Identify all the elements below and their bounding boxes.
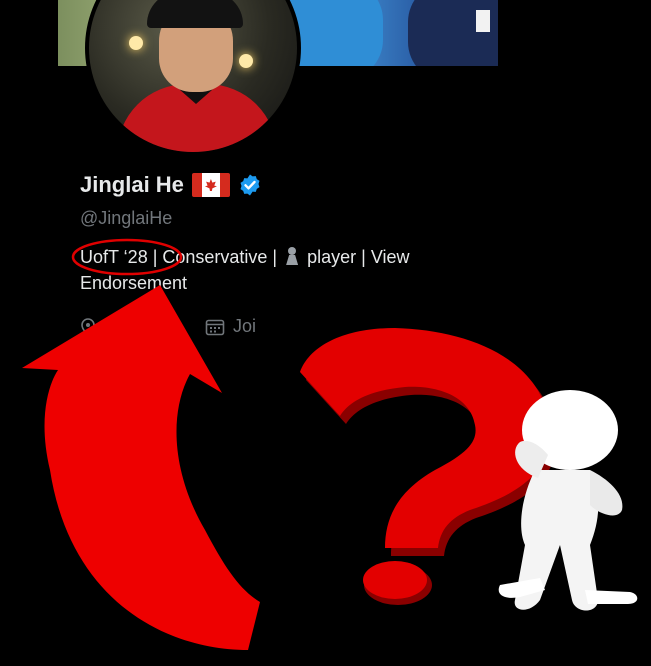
- verified-badge-icon[interactable]: [238, 173, 262, 197]
- bio-school-year: UofT ‘28: [80, 247, 148, 267]
- thinking-person-figure: [498, 390, 638, 611]
- bio-text: | Conservative |: [147, 247, 283, 267]
- avatar[interactable]: [85, 0, 301, 156]
- profile-meta: a, Ontario Joi: [80, 316, 256, 337]
- lamp-light: [129, 36, 143, 50]
- curved-red-arrow: [22, 285, 260, 650]
- display-name: Jinglai He: [80, 172, 184, 197]
- username-handle: @JinglaiHe: [80, 208, 173, 228]
- bio-line-2[interactable]: Endorsement: [80, 273, 187, 294]
- lamp-light: [239, 54, 253, 68]
- location-pin-icon: [81, 317, 95, 336]
- banner-sign: [476, 10, 490, 32]
- avatar-cap: [147, 0, 243, 28]
- location-text: a, Ontario: [104, 316, 184, 336]
- bio-line-1: UofT ‘28 | Conservative | player | View: [80, 247, 498, 268]
- canada-flag-icon: [191, 173, 230, 197]
- profile-screen: Jinglai He @JinglaiHe UofT ‘28 | Conserv…: [0, 0, 651, 666]
- calendar-icon: [205, 319, 225, 335]
- chess-pawn-icon: [285, 247, 299, 265]
- joined-text: Joi: [233, 316, 257, 336]
- question-mark-icon: [300, 328, 557, 605]
- name-row: Jinglai He: [80, 172, 262, 198]
- bio-text-tail[interactable]: player | View: [302, 247, 409, 267]
